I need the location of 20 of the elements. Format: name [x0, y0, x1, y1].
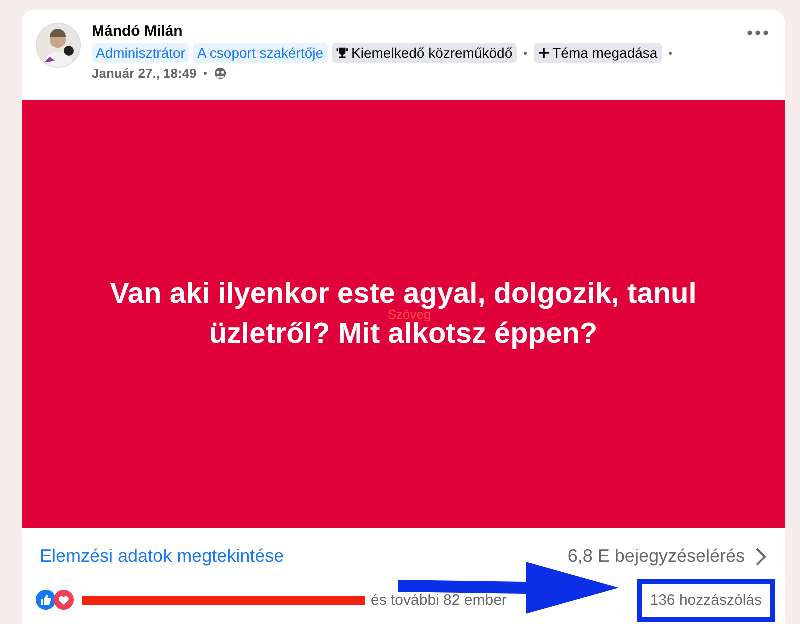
author-name[interactable]: Mándó Milán: [92, 23, 675, 40]
more-icon: [747, 30, 769, 36]
comments-count[interactable]: 136 hozzászólás: [637, 578, 775, 622]
member-badge[interactable]: Kiemelkedő közreműködő: [332, 43, 517, 63]
avatar[interactable]: [36, 23, 81, 68]
chevron-right-icon: [755, 546, 767, 566]
reactions-summary[interactable]: és további 82 ember: [371, 592, 507, 608]
member-badge[interactable]: Adminisztrátor: [92, 43, 190, 63]
reach-button[interactable]: 6,8 E bejegyzéselérés: [568, 546, 767, 567]
like-icon: [36, 590, 56, 610]
trophy-icon: [336, 46, 349, 60]
separator-dot-icon: [524, 52, 527, 54]
plus-icon: [538, 47, 550, 59]
insights-link[interactable]: Elemzési adatok megtekintése: [40, 546, 284, 567]
separator-dot-icon: [668, 52, 672, 54]
add-topic-button[interactable]: Téma megadása: [534, 43, 662, 63]
post-text-line: Van aki ilyenkor este agyal, dolgozik, tanul: [110, 278, 697, 310]
separator-dot-icon: [204, 72, 207, 75]
post-timestamp[interactable]: Január 27., 18:49: [92, 66, 197, 81]
member-badge[interactable]: A csoport szakértője: [193, 43, 328, 63]
